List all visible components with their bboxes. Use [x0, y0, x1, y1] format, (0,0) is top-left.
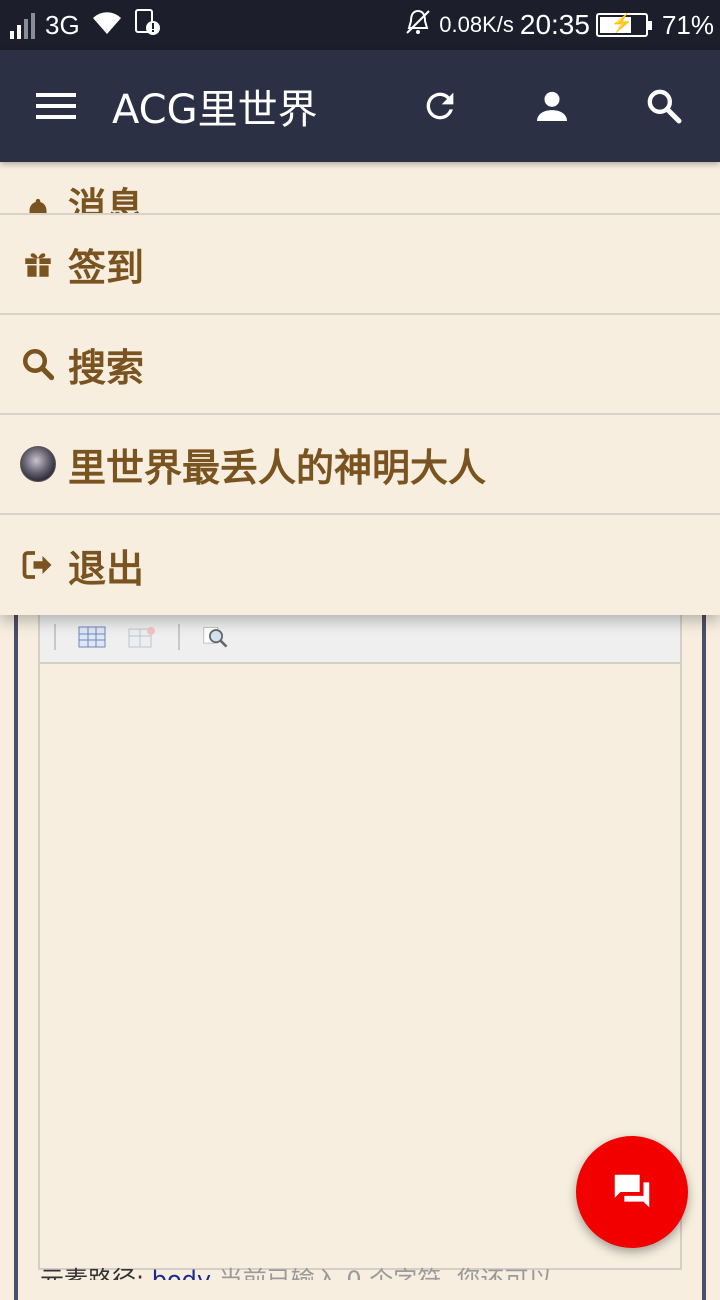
chat-icon: [614, 1174, 650, 1208]
clock: 20:35: [519, 9, 590, 40]
avatar: [20, 446, 56, 482]
menu-item-logout[interactable]: 退出: [0, 515, 720, 615]
search-button[interactable]: [608, 50, 720, 162]
element-path-link[interactable]: body: [152, 1266, 211, 1280]
user-dropdown-menu: 消息 签到 搜索 里世界最丢人的神明大人 退出: [0, 162, 720, 615]
menu-item-label: 消息: [68, 185, 145, 215]
toolbar-divider: [54, 624, 56, 650]
refresh-icon: [426, 92, 454, 120]
toolbar-divider: [178, 624, 180, 650]
menu-item-label: 里世界最丢人的神明大人: [68, 445, 487, 490]
app-bar: ACG里世界: [0, 50, 720, 162]
char-count-text: 当前已输入 0 个字符, 您还可以: [218, 1266, 553, 1280]
battery-icon: ⚡: [595, 13, 652, 37]
menu-item-label: 退出: [68, 546, 145, 591]
battery-percent: 71%: [661, 9, 714, 40]
status-bar: 3G 0.08K/s 20:35 ⚡ 71%: [0, 0, 720, 50]
bell-icon: [20, 195, 56, 213]
refresh-button[interactable]: [384, 50, 496, 162]
table-properties-icon[interactable]: [128, 626, 156, 648]
network-speed: 0.08K/s: [439, 12, 514, 37]
menu-item-label: 签到: [68, 245, 145, 290]
account-button[interactable]: [496, 50, 608, 162]
editor-toolbar: [40, 612, 680, 664]
menu-item-profile[interactable]: 里世界最丢人的神明大人: [0, 415, 720, 515]
sign-out-icon: [20, 547, 56, 583]
search-icon: [20, 346, 56, 382]
editor-status-line: 元素路径: body 当前已输入 0 个字符, 您还可以: [40, 1262, 680, 1280]
gift-icon: [20, 246, 56, 282]
menu-item-label: 搜索: [68, 345, 145, 390]
app-title: ACG里世界: [112, 87, 318, 133]
sim-alert-icon: [134, 8, 160, 43]
network-type: 3G: [45, 9, 80, 40]
wifi-icon: [90, 8, 124, 43]
search-icon: [647, 89, 682, 124]
signal-icon: [10, 11, 35, 39]
menu-item-checkin[interactable]: 签到: [0, 215, 720, 315]
element-path-label: 元素路径:: [40, 1266, 145, 1280]
account-icon: [537, 91, 567, 121]
menu-item-messages[interactable]: 消息: [0, 162, 720, 215]
menu-item-search[interactable]: 搜索: [0, 315, 720, 415]
menu-icon[interactable]: [36, 93, 76, 119]
insert-table-icon[interactable]: [78, 626, 106, 648]
find-replace-icon[interactable]: [202, 626, 230, 648]
chat-fab-button[interactable]: [576, 1136, 688, 1248]
mute-bell-icon: [403, 7, 433, 44]
